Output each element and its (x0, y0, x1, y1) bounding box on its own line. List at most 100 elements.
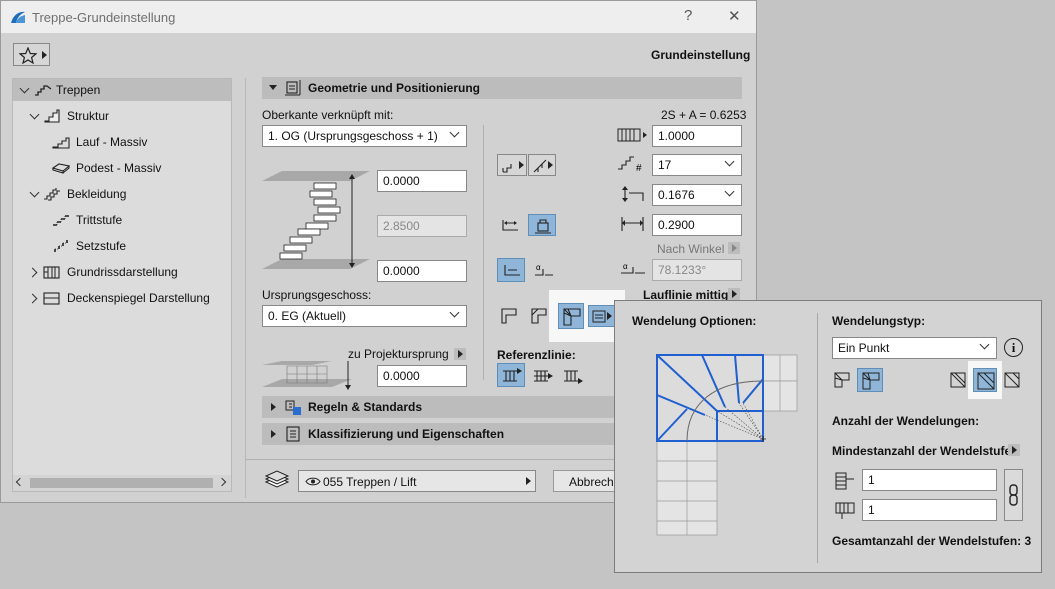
winder-shape-button[interactable] (558, 303, 584, 329)
landing-shape-button[interactable] (528, 305, 550, 327)
tree-item-struktur[interactable]: Struktur (13, 105, 231, 127)
scroll-right-icon[interactable] (217, 477, 227, 487)
chevron-right-icon (519, 161, 524, 169)
project-origin-field[interactable]: 0.0000 (377, 365, 467, 387)
winder-style-a-button[interactable] (948, 370, 968, 390)
scroll-left-icon[interactable] (15, 477, 25, 487)
winder-type-select[interactable]: Ein Punkt (832, 337, 997, 359)
column-divider (483, 125, 484, 380)
tree-item-podest-massiv[interactable]: Podest - Massiv (13, 157, 231, 179)
min-winders-label: Mindestanzahl der Wendelstufen (832, 444, 1019, 458)
flight-icon (52, 137, 70, 149)
flight-width-field[interactable]: 1.0000 (652, 125, 742, 147)
winder-style-a-icon (950, 372, 966, 388)
tree-item-bekleidung[interactable]: Bekleidung (13, 183, 231, 205)
cancel-button[interactable]: Abbrechen (553, 470, 623, 492)
winder-shape-icon (563, 308, 581, 326)
title-bar[interactable]: Treppe-Grundeinstellung ? ✕ (1, 1, 756, 33)
app-logo-icon (11, 11, 25, 23)
angle-field-icon: α (621, 262, 645, 274)
winder-type-label: Wendelungstyp: (832, 314, 926, 328)
winder-options-popup: Wendelung Optionen: Wendelungstyp: Ein P… (614, 300, 1042, 573)
walking-line-toggle[interactable] (497, 258, 525, 282)
tree-item-trittstufe[interactable]: Trittstufe (13, 209, 231, 231)
rules-icon (285, 400, 301, 415)
popup-divider (817, 313, 818, 563)
angle-mode-menu-button[interactable] (728, 242, 740, 254)
classification-section-header[interactable]: Klassifizierung und Eigenschaften (262, 423, 622, 445)
winder-left-button[interactable] (832, 370, 852, 390)
bottom-offset-field[interactable]: 0.0000 (377, 260, 467, 282)
winder-style-c-icon (1004, 372, 1020, 388)
formula-readout: 2S + A = 0.6253 (661, 108, 747, 122)
header-label: Grundeinstellung (651, 48, 751, 62)
min-first-field[interactable]: 1 (862, 469, 997, 491)
tree-item-treppen[interactable]: Treppen (13, 79, 231, 101)
fixed-going-toggle[interactable] (528, 214, 556, 236)
project-origin-menu-button[interactable] (454, 348, 466, 360)
reference-line-label: Referenzlinie: (497, 348, 576, 362)
winder-style-c-button[interactable] (1002, 370, 1022, 390)
angle-toggle[interactable]: α (531, 259, 557, 281)
walking-line-menu-button[interactable] (728, 288, 740, 300)
chevron-right-icon (548, 161, 553, 169)
winder-count-label: Anzahl der Wendelungen: (832, 414, 980, 428)
chevron-down-icon (724, 186, 735, 197)
winder-style-b-button[interactable] (973, 368, 997, 392)
riser-icon (54, 240, 68, 252)
expand-arrow-icon (271, 403, 276, 411)
project-origin-illustration (262, 361, 352, 390)
close-button[interactable]: ✕ (728, 7, 741, 25)
straight-shape-button[interactable] (498, 305, 522, 327)
winder-options-button[interactable] (588, 305, 616, 327)
riser-height-select[interactable]: 0.1676 (652, 184, 742, 206)
walking-line-icon (504, 265, 520, 276)
link-values-button[interactable] (1004, 469, 1023, 521)
stair-end-button[interactable] (528, 154, 556, 176)
tree-scrollbar[interactable] (13, 475, 231, 491)
info-icon[interactable]: i (1004, 338, 1023, 357)
layer-select[interactable]: 055 Treppen / Lift (298, 470, 536, 492)
collapse-arrow-icon (269, 85, 277, 90)
svg-text:α: α (536, 263, 541, 272)
top-link-select[interactable]: 1. OG (Ursprungsgeschoss + 1) (262, 125, 467, 147)
tree-item-setzstufe[interactable]: Setzstufe (13, 235, 231, 257)
stair-icon (35, 85, 52, 96)
min-second-field[interactable]: 1 (862, 499, 997, 521)
scroll-thumb[interactable] (30, 478, 213, 488)
tread-depth-field[interactable]: 0.2900 (652, 214, 742, 236)
winder-left-icon (834, 372, 850, 388)
total-winders-label: Gesamtanzahl der Wendelstufen: 3 (832, 534, 1032, 548)
pane-divider (245, 78, 246, 498)
chevron-right-icon (732, 290, 737, 298)
going-lock-icon (535, 219, 551, 234)
stair-start-button[interactable] (497, 154, 527, 176)
landing-icon (51, 163, 71, 174)
reference-left-icon (503, 368, 522, 382)
expand-arrow-icon (29, 187, 40, 198)
top-offset-field[interactable]: 0.0000 (377, 170, 467, 192)
riser-count-select[interactable]: 17 (652, 154, 742, 176)
fixed-width-toggle[interactable] (497, 214, 523, 236)
rules-section-header[interactable]: Regeln & Standards (262, 396, 622, 418)
tree-item-grundrissdarstellung[interactable]: Grundrissdarstellung (13, 261, 231, 283)
home-story-label: Ursprungsgeschoss: (262, 288, 372, 302)
tree-item-deckenspiegel[interactable]: Deckenspiegel Darstellung (13, 287, 231, 309)
reference-center-button[interactable] (530, 365, 556, 387)
reference-right-button[interactable] (560, 365, 586, 387)
geometry-section-header[interactable]: Geometrie und Positionierung (262, 77, 742, 99)
help-button[interactable]: ? (684, 7, 692, 24)
finish-icon (44, 188, 60, 201)
classification-icon (286, 426, 300, 442)
riser-height-icon (622, 186, 644, 202)
chain-link-icon (1009, 484, 1018, 506)
chevron-right-icon (1012, 446, 1017, 454)
tree-item-lauf-massiv[interactable]: Lauf - Massiv (13, 131, 231, 153)
winder-right-button[interactable] (857, 368, 883, 392)
reference-left-button[interactable] (497, 363, 525, 387)
top-link-label: Oberkante verknüpft mit: (262, 108, 394, 122)
min-winders-menu-button[interactable] (1008, 444, 1020, 456)
chevron-right-icon (732, 244, 737, 252)
favorites-button[interactable] (13, 43, 50, 66)
home-story-select[interactable]: 0. EG (Aktuell) (262, 305, 467, 327)
